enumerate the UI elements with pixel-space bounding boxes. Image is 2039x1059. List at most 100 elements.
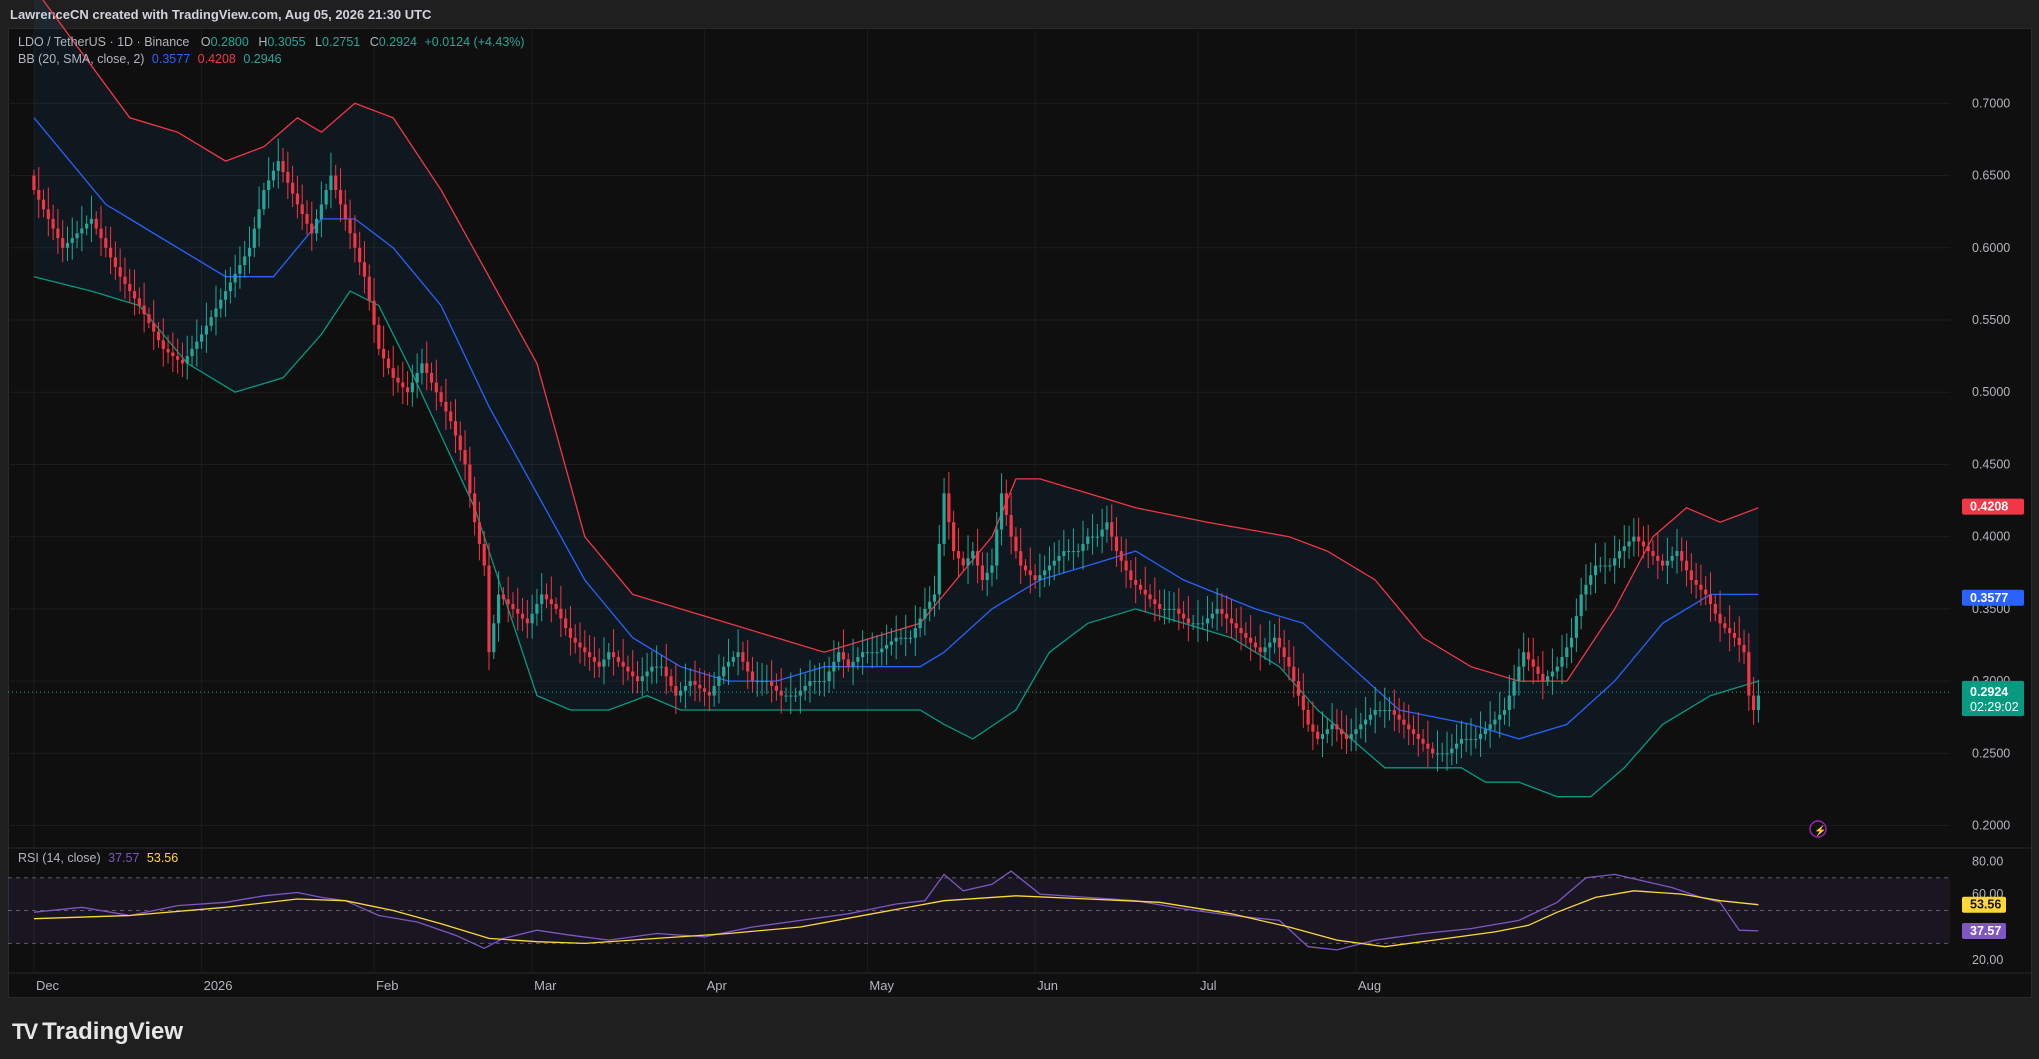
candle-body <box>1320 734 1325 739</box>
tradingview-logo[interactable]: TV TradingView <box>12 1018 183 1046</box>
candle-body <box>1526 652 1531 660</box>
candle-body <box>1181 613 1186 619</box>
candle-body <box>698 684 702 689</box>
candle-body <box>425 363 429 373</box>
candle-body <box>1421 738 1425 744</box>
candle-body <box>65 242 70 248</box>
candle-body <box>870 652 874 654</box>
candle-body <box>688 681 692 686</box>
candle-body <box>1071 551 1076 553</box>
candle-body <box>990 565 994 573</box>
candle-body <box>367 276 371 301</box>
candle-body <box>1316 731 1320 739</box>
candle-body <box>832 661 836 672</box>
candle-body <box>1110 522 1114 537</box>
candle-body <box>640 676 644 682</box>
candle-body <box>1742 645 1746 653</box>
candle-body <box>1124 560 1128 571</box>
candle-body <box>291 182 295 194</box>
candle-body <box>1411 729 1416 735</box>
candle-body <box>444 401 448 412</box>
price-tick-label: 0.6500 <box>1972 169 2010 183</box>
close-value: 0.2924 <box>378 35 417 49</box>
candle-body <box>1416 734 1420 739</box>
candle-body <box>1608 565 1612 567</box>
symbol-name[interactable]: LDO / TetherUS · 1D · Binance <box>18 35 189 49</box>
candle-body <box>1019 551 1023 566</box>
candle-body <box>401 382 405 388</box>
candle-body <box>190 348 194 357</box>
candle-body <box>1138 584 1143 590</box>
candle-body <box>588 652 592 658</box>
candle-body <box>841 652 846 660</box>
candle-body <box>1517 666 1521 682</box>
candle-body <box>1043 570 1047 576</box>
bb-label[interactable]: BB (20, SMA, close, 2) <box>18 52 144 66</box>
candle-body <box>1651 551 1655 556</box>
candle-body <box>889 641 893 645</box>
bb-basis-tag: 0.3577 <box>1970 591 2008 605</box>
candle-body <box>1086 536 1090 544</box>
rsi-legend[interactable]: RSI (14, close) 37.57 53.56 <box>18 851 178 865</box>
rsi-ma-value: 53.56 <box>146 851 179 865</box>
symbol-legend[interactable]: LDO / TetherUS · 1D · Binance O0.2800 H0… <box>18 35 525 49</box>
candle-body <box>1052 560 1056 566</box>
candle-body <box>1589 575 1593 585</box>
candle-body <box>741 652 745 662</box>
price-tick-label: 0.4000 <box>1972 530 2010 544</box>
candle-body <box>482 543 486 566</box>
candle-body <box>1009 515 1013 537</box>
candle-body <box>1364 719 1368 725</box>
candle-body <box>1335 724 1339 730</box>
candle-body <box>1756 695 1760 710</box>
tradingview-logo-icon: TV <box>12 1019 38 1044</box>
candle-body <box>564 618 568 629</box>
candle-body <box>137 298 141 306</box>
candle-body <box>621 661 625 667</box>
candle-body <box>1627 541 1631 547</box>
candle-body <box>382 348 386 359</box>
brand-name: TradingView <box>42 1018 184 1045</box>
candle-body <box>1114 536 1119 552</box>
candle-body <box>1752 695 1756 710</box>
candle-body <box>1186 618 1190 624</box>
candle-body <box>856 657 860 662</box>
candle-body <box>626 666 630 672</box>
candle-body <box>1617 551 1622 559</box>
candle-body <box>1028 570 1032 576</box>
price-tick-label: 0.7000 <box>1972 96 2010 110</box>
candle-body <box>295 193 300 205</box>
candle-body <box>492 623 496 653</box>
candle-body <box>1325 729 1329 735</box>
price-tick-label: 0.5500 <box>1972 313 2010 327</box>
candle-body <box>1311 724 1315 732</box>
bb-lower-value: 0.2946 <box>243 52 282 66</box>
candle-body <box>501 594 505 600</box>
candle-body <box>1119 551 1123 561</box>
candle-body <box>1445 753 1449 755</box>
candle-body <box>1167 608 1171 610</box>
candle-body <box>463 450 467 465</box>
candle-body <box>41 199 46 210</box>
rsi-tag: 37.57 <box>1970 924 2001 938</box>
candle-body <box>1296 681 1301 696</box>
high-label: H <box>258 35 268 49</box>
candle-body <box>99 228 103 239</box>
candle-body <box>645 671 649 677</box>
rsi-value: 37.57 <box>108 851 140 865</box>
candle-body <box>1105 522 1109 530</box>
candle-body <box>611 652 616 658</box>
candle-body <box>985 572 989 580</box>
chart-canvas[interactable]: 0.7000 0.6500 0.6000 0.5500 0.5000 0.4500 0.40… <box>0 0 2039 1059</box>
candle-body <box>1670 555 1674 561</box>
rsi-label[interactable]: RSI (14, close) <box>18 851 101 865</box>
candle-body <box>616 657 620 662</box>
candle-body <box>1450 748 1454 754</box>
bb-legend[interactable]: BB (20, SMA, close, 2) 0.3577 0.4208 0.2… <box>18 52 282 66</box>
candle-body <box>607 652 611 660</box>
candle-body <box>1694 580 1698 585</box>
candle-body <box>1493 719 1497 725</box>
candle-body <box>305 214 309 224</box>
candle-body <box>1474 738 1478 740</box>
rsi-tick-label: 80.00 <box>1972 854 2003 868</box>
